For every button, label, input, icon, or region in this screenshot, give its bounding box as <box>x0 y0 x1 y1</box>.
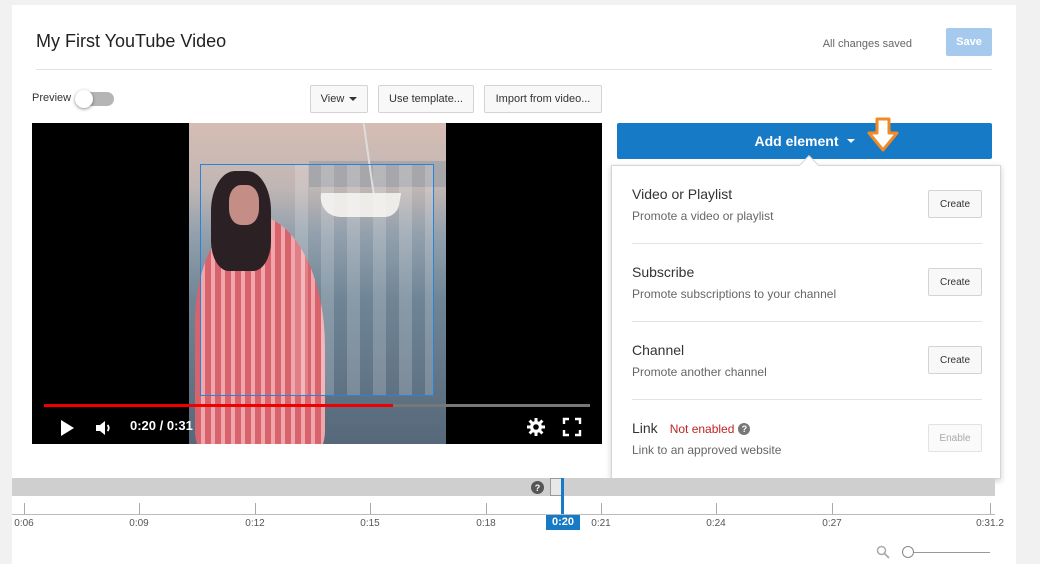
toggle-knob <box>75 90 93 108</box>
add-element-button[interactable]: Add element <box>617 123 992 159</box>
create-channel-button[interactable]: Create <box>928 346 982 374</box>
timeline-tick <box>486 503 487 514</box>
menu-item-subscribe: Subscribe Promote subscriptions to your … <box>632 244 982 322</box>
create-subscribe-button[interactable]: Create <box>928 268 982 296</box>
playhead-marker[interactable] <box>561 478 564 516</box>
menu-item-description: Link to an approved website <box>632 443 782 457</box>
video-title: My First YouTube Video <box>36 31 227 51</box>
menu-item-title: Subscribe <box>632 264 695 280</box>
preview-toggle[interactable] <box>75 90 114 108</box>
fullscreen-icon[interactable] <box>562 417 582 437</box>
add-element-label: Add element <box>754 133 839 149</box>
page-header: My First YouTube Video All changes saved… <box>36 27 992 70</box>
play-icon[interactable] <box>58 418 76 438</box>
timeline-tick <box>601 503 602 514</box>
menu-item-description: Promote a video or playlist <box>632 209 774 223</box>
timeline-ruler <box>12 514 995 515</box>
menu-item-video-playlist: Video or Playlist Promote a video or pla… <box>632 166 982 244</box>
preview-label: Preview <box>32 92 72 104</box>
timeline-tick-label: 0:15 <box>360 518 380 529</box>
view-label: View <box>320 93 345 105</box>
menu-item-description: Promote another channel <box>632 365 767 379</box>
timeline-tick <box>990 503 991 514</box>
add-element-menu: Video or Playlist Promote a video or pla… <box>611 155 1001 479</box>
timeline-tick-label: 0:27 <box>822 518 842 529</box>
zoom-slider-knob[interactable] <box>902 546 914 558</box>
menu-item-title: Link <box>632 420 658 436</box>
save-button[interactable]: Save <box>946 28 992 56</box>
timeline-tick <box>370 503 371 514</box>
menu-item-link: Link Not enabled? Link to an approved web… <box>632 400 982 478</box>
chevron-down-icon <box>846 139 855 143</box>
enable-link-button[interactable]: Enable <box>928 424 982 452</box>
timeline-tick <box>832 503 833 514</box>
chevron-down-icon <box>349 97 358 101</box>
player-controls: 0:20 / 0:31 <box>32 413 602 444</box>
timeline-tick-label: 0:24 <box>706 518 726 529</box>
help-icon[interactable]: ? <box>531 481 544 494</box>
import-from-video-button[interactable]: Import from video... <box>484 85 602 113</box>
menu-item-title: Channel <box>632 342 685 358</box>
timeline-tick-label: 0:31.2 <box>976 518 1004 529</box>
timeline-tick-label: 0:09 <box>129 518 149 529</box>
timeline-tick-label: 0:06 <box>14 518 34 529</box>
search-icon <box>876 545 890 559</box>
menu-item-title-row: Link Not enabled? <box>632 420 751 436</box>
callout-arrow-icon <box>867 117 899 152</box>
timeline-tick <box>255 503 256 514</box>
end-screen-element-box[interactable] <box>200 164 434 396</box>
use-template-button[interactable]: Use template... <box>378 85 474 113</box>
timeline-tick-label: 0:18 <box>476 518 496 529</box>
save-status: All changes saved <box>822 38 912 50</box>
menu-item-channel: Channel Promote another channel Create <box>632 322 982 400</box>
menu-item-title: Video or Playlist <box>632 186 733 202</box>
timeline-tick-label: 0:21 <box>591 518 611 529</box>
timeline-tick <box>139 503 140 514</box>
timeline-tick <box>716 503 717 514</box>
progress-fill <box>44 404 394 407</box>
timeline-track[interactable]: ? <box>12 478 995 496</box>
zoom-slider-track[interactable] <box>902 552 990 553</box>
menu-item-description: Promote subscriptions to your channel <box>632 287 837 301</box>
volume-icon[interactable] <box>94 418 114 438</box>
view-dropdown-button[interactable]: View <box>310 85 368 113</box>
help-icon[interactable]: ? <box>738 423 751 435</box>
create-video-playlist-button[interactable]: Create <box>928 190 982 218</box>
timeline-tick <box>24 503 25 514</box>
settings-gear-icon[interactable] <box>526 417 546 437</box>
video-player[interactable]: 0:20 / 0:31 <box>32 123 602 444</box>
time-display: 0:20 / 0:31 <box>130 418 193 433</box>
playhead-time-label: 0:20 <box>546 514 580 530</box>
timeline-tick-label: 0:12 <box>245 518 265 529</box>
progress-bar[interactable] <box>44 404 590 407</box>
not-enabled-status: Not enabled <box>669 422 735 436</box>
